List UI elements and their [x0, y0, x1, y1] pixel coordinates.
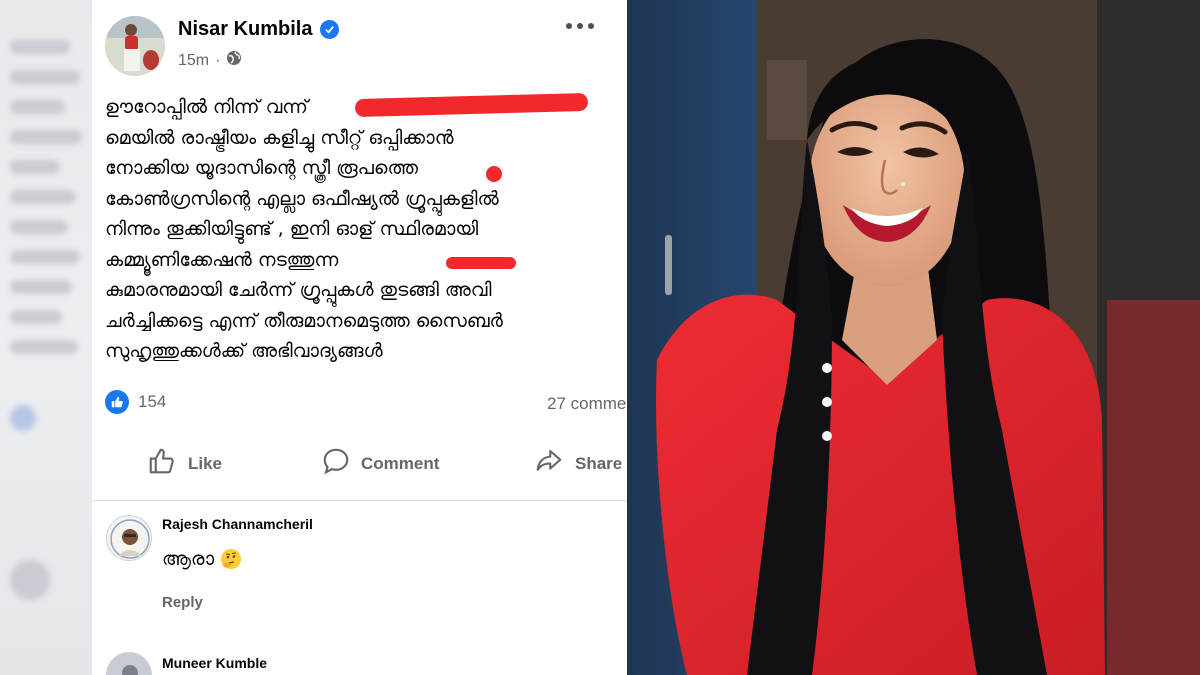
reactions-summary[interactable]: 154: [105, 390, 166, 414]
post-line: നിന്നും തൂക്കിയിട്ടുണ്ട് , ഇനി ഓള് സ്ഥിര…: [105, 218, 479, 240]
share-button[interactable]: Share: [533, 446, 622, 481]
post-line: കമ്മ്യൂണിക്കേഷൻ നടത്തുന്ന: [105, 248, 339, 271]
comment-button[interactable]: Comment: [321, 446, 439, 481]
like-button[interactable]: Like: [146, 446, 222, 481]
commenter-name[interactable]: Muneer Kumble: [162, 655, 267, 671]
post-line: കുമാരനുമായി ചേർന്ന് ഗ്രൂപ്പുകൾ തുടങ്ങി അ…: [105, 279, 492, 301]
thinking-face-emoji-glyph: [221, 549, 242, 569]
author-row: Nisar Kumbila: [178, 18, 340, 41]
facebook-post: Nisar Kumbila 15m · ഊറോപ്പിൽ നിന്ന് വന്ന…: [92, 0, 627, 675]
share-label: Share: [575, 453, 623, 473]
post-line: സുഹൃത്തുക്കൾക്ക് അഭിവാദ്യങ്ങൾ: [105, 340, 383, 362]
action-bar: Like Comment Share: [92, 440, 627, 486]
post-line: ചർച്ചിക്കട്ടെ എന്ന് തീരുമാനമെടുത്ത സൈബർ: [105, 309, 503, 332]
comment-bubble-icon: [321, 446, 351, 481]
thumbs-up-icon: [146, 446, 178, 481]
comment-label: Comment: [361, 453, 440, 473]
reaction-count: 154: [138, 392, 167, 411]
like-reaction-icon: [105, 390, 129, 414]
author-name[interactable]: Nisar Kumbila: [178, 18, 312, 41]
post-line: മെയിൽ രാഷ്ട്രീയം കളിച്ചു സീറ്റ് ഒപ്പിക്ക…: [105, 126, 454, 149]
redaction-mark: [446, 257, 516, 269]
woman-portrait-photo: [627, 0, 1200, 675]
redaction-mark: [486, 166, 502, 182]
comment-text: ആരാ 🤔: [162, 548, 242, 570]
commenter-avatar[interactable]: [106, 652, 152, 675]
author-avatar[interactable]: [105, 16, 165, 76]
post-body: ഊറോപ്പിൽ നിന്ന് വന്ന് മെയിൽ രാഷ്ട്രീയം ക…: [105, 92, 625, 367]
more-options-icon[interactable]: [560, 14, 600, 38]
divider: [92, 500, 627, 501]
verified-badge-icon: [320, 20, 340, 39]
post-line: നോക്കിയ യൂദാസിന്റെ സ്ത്രീ രൂപത്തെ: [105, 157, 418, 179]
commenter-name[interactable]: Rajesh Channamcheril: [162, 516, 313, 532]
reply-button[interactable]: Reply: [162, 594, 203, 611]
like-label: Like: [188, 453, 223, 473]
comment-count[interactable]: 27 comme: [547, 394, 626, 414]
comment-text-value: ആരാ: [162, 548, 215, 570]
share-arrow-icon: [533, 446, 565, 481]
blurred-background-left: [0, 0, 92, 675]
post-meta: 15m ·: [178, 50, 242, 71]
post-timestamp[interactable]: 15m: [178, 52, 209, 70]
commenter-avatar[interactable]: [106, 515, 152, 561]
post-line: കോൺഗ്രസിന്റെ എല്ലാ ഒഫീഷ്യൽ ഗ്രൂപ്പുകളിൽ: [105, 187, 499, 210]
globe-icon: [226, 50, 242, 71]
